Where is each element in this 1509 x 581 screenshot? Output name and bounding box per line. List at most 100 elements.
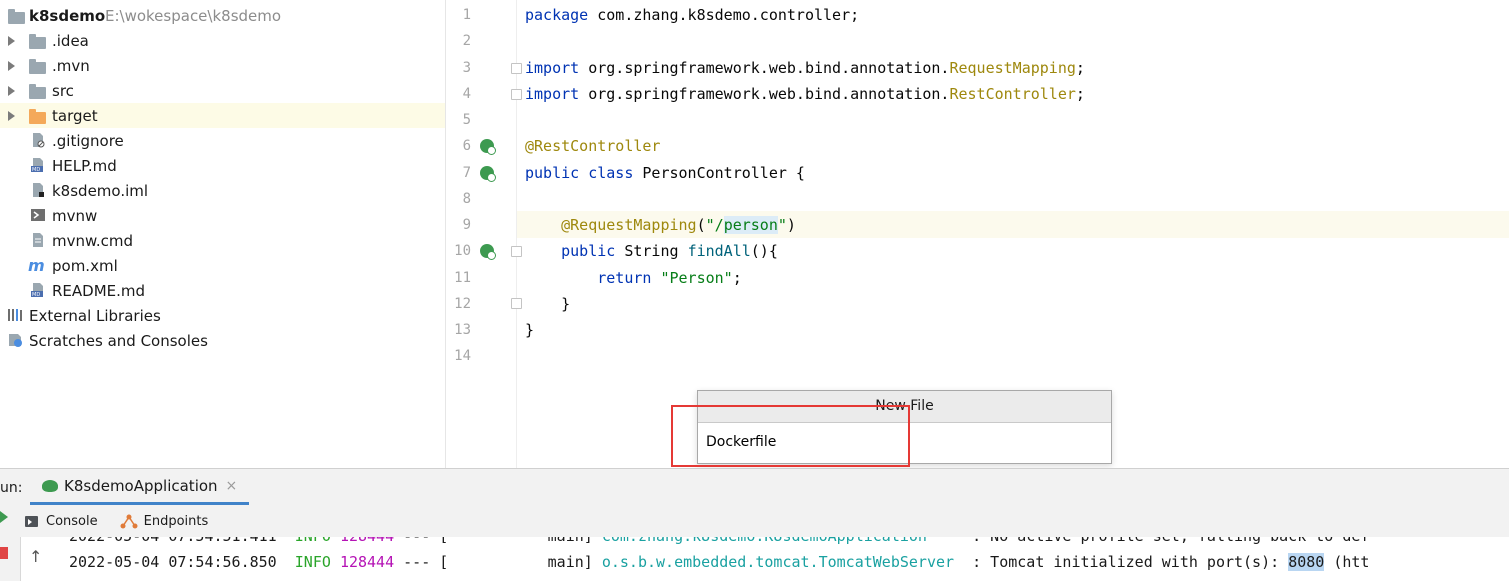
code-text: (){ <box>750 242 778 260</box>
keyword: return <box>597 269 652 287</box>
tree-item-label: k8sdemo <box>29 6 106 25</box>
code-text: ; <box>732 269 742 287</box>
highlighted-string: person <box>723 216 778 234</box>
string: "/ <box>705 216 724 234</box>
spring-bean-gutter-icon[interactable] <box>480 139 496 155</box>
keyword: public <box>561 242 616 260</box>
line-number: 5 <box>462 112 471 128</box>
console-icon <box>25 515 38 527</box>
tab-console[interactable]: Console <box>25 514 98 529</box>
log-line: 2022-05-04 07:54:51.411 INFO 128444 --- … <box>69 537 1369 545</box>
log-level: INFO <box>294 553 331 571</box>
tree-item-mvnw-cmd[interactable]: mvnw.cmd <box>0 228 445 253</box>
keyword: class <box>588 164 634 182</box>
code-text: ; <box>1075 59 1085 77</box>
tree-item-mvnw[interactable]: mvnw <box>0 203 445 228</box>
maven-icon: m <box>28 257 45 273</box>
log-thread: main] <box>448 553 593 571</box>
code-text: com.zhang.k8sdemo.controller; <box>588 6 860 24</box>
tree-item-label: .gitignore <box>52 131 124 150</box>
code-line-6: @RestController <box>525 137 660 155</box>
tree-item-label: mvnw.cmd <box>52 231 134 250</box>
request-mapping-gutter-icon[interactable] <box>480 244 496 260</box>
log-message: (htt <box>1324 553 1370 571</box>
code-text: PersonController { <box>633 164 805 182</box>
folder-icon <box>8 9 25 24</box>
tree-item-scratches[interactable]: Scratches and Consoles <box>0 328 445 353</box>
code-text: org.springframework.web.bind.annotation. <box>579 59 950 77</box>
scroll-up-icon[interactable]: ↑ <box>29 547 42 566</box>
expand-arrow-icon[interactable] <box>8 60 15 71</box>
tree-item-iml[interactable]: k8sdemo.iml <box>0 178 445 203</box>
close-tab-icon[interactable]: × <box>226 478 238 494</box>
line-number: 10 <box>454 243 471 259</box>
tab-endpoints[interactable]: Endpoints <box>120 513 209 529</box>
libraries-icon <box>8 309 22 321</box>
tree-item-readme[interactable]: MD README.md <box>0 278 445 303</box>
code-line-13: } <box>525 321 534 339</box>
code-text: org.springframework.web.bind.annotation. <box>579 85 950 103</box>
tree-item-label: External Libraries <box>29 306 161 325</box>
tree-item-label: README.md <box>52 281 146 300</box>
code-text: ( <box>696 216 706 234</box>
line-number: 6 <box>462 138 471 154</box>
tree-item-root[interactable]: k8sdemo E:\wokespace\k8sdemo <box>0 3 445 28</box>
keyword: import <box>525 85 580 103</box>
project-tool-window: k8sdemo E:\wokespace\k8sdemo .idea .mvn … <box>0 0 446 468</box>
tree-item-label: pom.xml <box>52 256 118 275</box>
tree-item-mvn[interactable]: .mvn <box>0 53 445 78</box>
file-name-input[interactable] <box>698 423 1111 461</box>
code-line-10: public String findAll(){ <box>525 242 778 260</box>
log-thread: main] <box>448 537 593 545</box>
stop-icon[interactable] <box>0 547 8 559</box>
log-pid: 128444 <box>339 553 395 571</box>
tree-item-src[interactable]: src <box>0 78 445 103</box>
expand-arrow-icon[interactable] <box>8 35 15 46</box>
code-line-3: import org.springframework.web.bind.anno… <box>525 59 1085 77</box>
tree-item-target[interactable]: target <box>0 103 445 128</box>
string: "Person" <box>660 269 733 287</box>
tree-item-gitignore[interactable]: .gitignore <box>0 128 445 153</box>
folder-icon <box>29 84 46 99</box>
spring-bean-gutter-icon[interactable] <box>480 166 496 182</box>
tree-item-pom[interactable]: m pom.xml <box>0 253 445 278</box>
log-logger[interactable]: o.s.b.w.embedded.tomcat.TomcatWebServer <box>602 553 954 571</box>
endpoints-icon <box>120 514 138 529</box>
tree-item-path: E:\wokespace\k8sdemo <box>105 6 282 25</box>
string: " <box>777 216 787 234</box>
line-number: 3 <box>462 60 471 76</box>
log-logger[interactable]: com.zhang.k8sdemo.K8sdemoApplication <box>602 537 927 545</box>
log-level: INFO <box>295 537 331 545</box>
tree-item-idea[interactable]: .idea <box>0 28 445 53</box>
keyword: public <box>525 164 580 182</box>
code-text: ; <box>1075 85 1085 103</box>
console-output[interactable]: ↑ 2022-05-04 07:54:51.411 INFO 128444 --… <box>20 537 1509 581</box>
code-line-1: package com.zhang.k8sdemo.controller; <box>525 6 859 24</box>
markdown-file-icon: MD <box>31 158 43 173</box>
scratches-icon <box>9 334 22 347</box>
code-line-7: public class PersonController { <box>525 164 805 182</box>
method-name: findAll <box>687 242 751 260</box>
tree-item-help-md[interactable]: MD HELP.md <box>0 153 445 178</box>
dialog-title: New File <box>698 391 1111 423</box>
log-separator: --- [ <box>394 553 449 571</box>
tree-item-external-libraries[interactable]: External Libraries <box>0 303 445 328</box>
code-text: ) <box>786 216 796 234</box>
rerun-icon[interactable] <box>0 511 8 523</box>
log-message: : No active profile set, falling back to… <box>927 537 1369 545</box>
run-tool-window: un: K8sdemoApplication × Console Endpoin… <box>0 468 1509 581</box>
run-label: un: <box>0 480 23 496</box>
run-config-tab[interactable]: K8sdemoApplication × <box>30 469 250 505</box>
line-number: 8 <box>462 191 471 207</box>
keyword: import <box>525 59 580 77</box>
text-file-icon <box>33 233 43 247</box>
expand-arrow-icon[interactable] <box>8 110 15 121</box>
expand-arrow-icon[interactable] <box>8 85 15 96</box>
module-file-icon <box>33 183 44 197</box>
keyword: package <box>525 6 589 24</box>
annotation: @RestController <box>525 137 661 155</box>
tab-label: Endpoints <box>143 513 209 529</box>
code-line-4: import org.springframework.web.bind.anno… <box>525 85 1085 103</box>
log-port: 8080 <box>1288 553 1325 571</box>
line-number: 14 <box>454 348 471 364</box>
